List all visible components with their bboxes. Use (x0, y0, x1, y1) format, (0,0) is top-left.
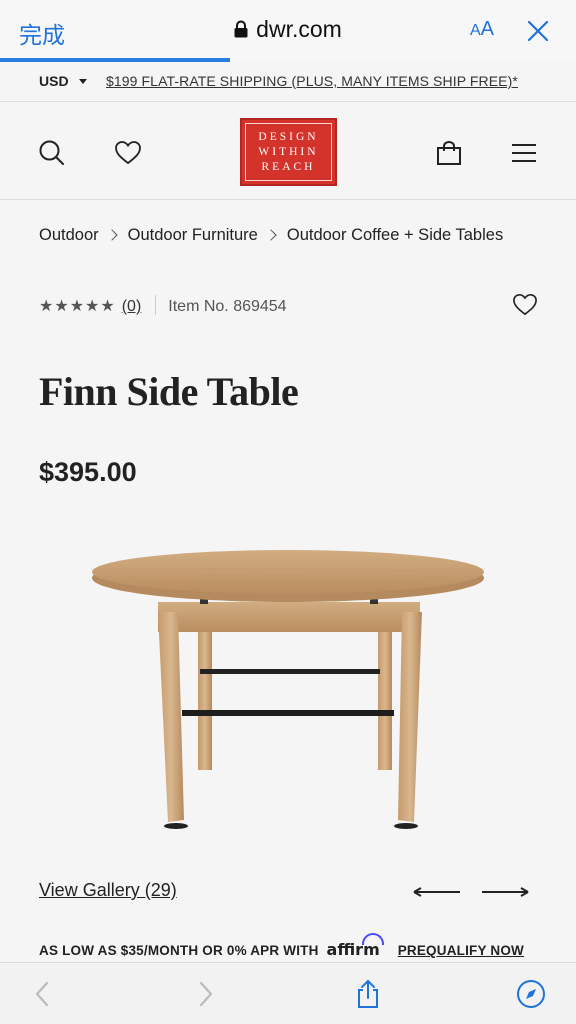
url-text: dwr.com (256, 16, 342, 42)
arrow-right-icon[interactable] (480, 882, 530, 902)
text-size-large-label: A (480, 18, 495, 40)
logo-line-2: WITHIN (258, 145, 319, 158)
browser-top-bar: 完成 dwr.com AA (0, 0, 576, 62)
financing-banner: AS LOW AS $35/MONTH OR 0% APR WITH affir… (39, 933, 524, 959)
rating-row: ★★★★★ (0) Item No. 869454 (39, 295, 287, 316)
logo-line-1: DESIGN (258, 130, 319, 143)
divider (155, 295, 157, 315)
breadcrumb: Outdoor Outdoor Furniture Outdoor Coffee +… (39, 226, 503, 245)
share-icon[interactable] (353, 979, 383, 1009)
back-icon[interactable] (28, 979, 58, 1009)
product-image[interactable] (80, 540, 500, 840)
breadcrumb-outdoor-furniture[interactable]: Outdoor Furniture (128, 226, 258, 244)
review-count-link[interactable]: (0) (122, 298, 142, 315)
lock-icon (234, 20, 248, 38)
breadcrumb-outdoor-tables[interactable]: Outdoor Coffee + Side Tables (287, 226, 503, 244)
prequalify-link[interactable]: PREQUALIFY NOW (398, 943, 524, 958)
caret-down-icon (78, 79, 87, 84)
forward-icon[interactable] (190, 979, 220, 1009)
promo-bar: USD $199 FLAT-RATE SHIPPING (PLUS, MANY … (0, 62, 576, 102)
text-size-button[interactable]: AA (470, 18, 494, 41)
item-number: Item No. 869454 (168, 298, 287, 315)
text-size-small-label: A (470, 22, 481, 39)
view-gallery-link[interactable]: View Gallery (29) (39, 880, 177, 901)
chevron-right-icon (265, 229, 277, 241)
close-icon[interactable] (526, 19, 550, 43)
affirm-arc-icon (361, 933, 384, 945)
browser-bottom-toolbar (0, 962, 576, 1024)
heart-icon[interactable] (512, 292, 538, 316)
product-title: Finn Side Table (39, 369, 299, 414)
heart-icon[interactable] (114, 139, 142, 167)
currency-label: USD (39, 73, 69, 89)
breadcrumb-outdoor[interactable]: Outdoor (39, 226, 99, 244)
star-rating: ★★★★★ (39, 298, 116, 315)
logo-frame: DESIGN WITHIN REACH (245, 123, 332, 181)
dwr-logo[interactable]: DESIGN WITHIN REACH (240, 118, 337, 186)
shopping-bag-icon[interactable] (435, 139, 463, 167)
shipping-promo-link[interactable]: $199 FLAT-RATE SHIPPING (PLUS, MANY ITEM… (106, 73, 518, 89)
affirm-logo: affirm (327, 933, 384, 959)
chevron-right-icon (105, 229, 118, 241)
arrow-left-icon[interactable] (412, 882, 462, 902)
search-icon[interactable] (38, 139, 66, 167)
financing-text: AS LOW AS $35/MONTH OR 0% APR WITH (39, 943, 319, 958)
compass-icon[interactable] (516, 979, 546, 1009)
site-header: DESIGN WITHIN REACH (0, 102, 576, 200)
product-price: $395.00 (39, 457, 137, 487)
menu-icon[interactable] (510, 139, 538, 167)
currency-selector[interactable]: USD (39, 73, 87, 89)
logo-line-3: REACH (261, 160, 316, 173)
